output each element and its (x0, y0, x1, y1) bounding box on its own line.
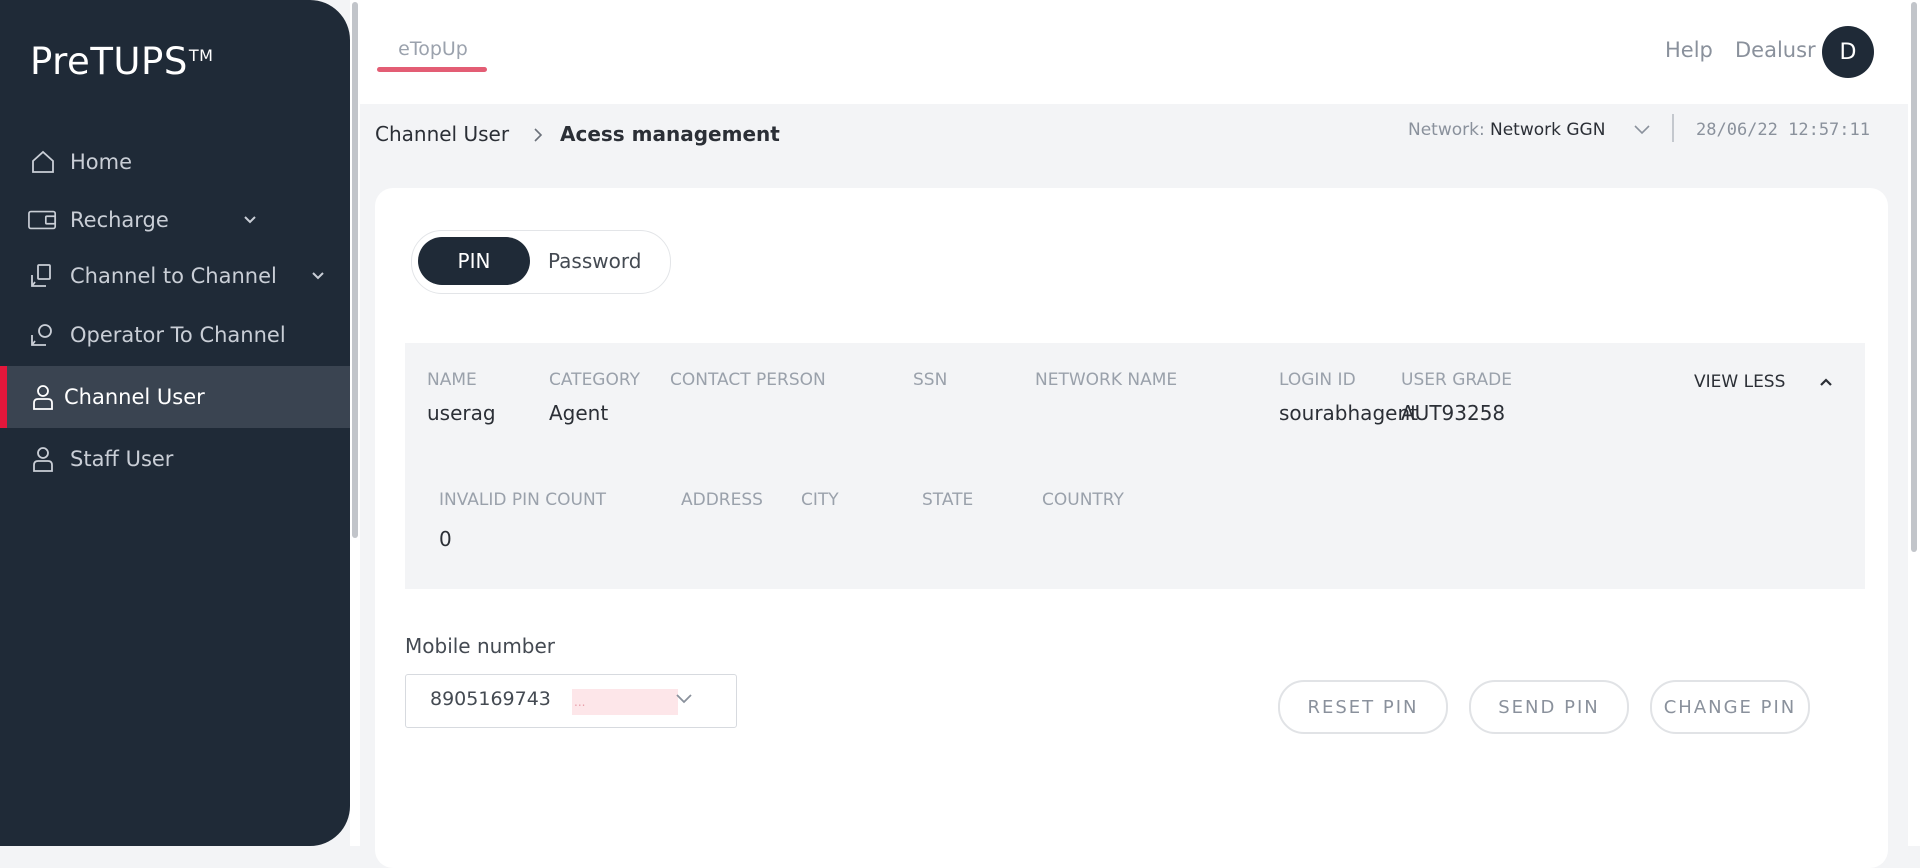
change-pin-button[interactable]: CHANGE PIN (1650, 680, 1810, 734)
sidebar-item-home[interactable]: Home (0, 131, 350, 193)
network-label: Network: (1408, 120, 1485, 140)
home-icon (28, 148, 58, 176)
sidebar-item-label: Operator To Channel (70, 323, 286, 347)
category-label: CATEGORY (549, 370, 640, 390)
country-label: COUNTRY (1042, 490, 1124, 510)
network-select[interactable]: Network GGN (1490, 120, 1605, 140)
tab-etopup[interactable]: eTopUp (378, 38, 488, 60)
active-tab-indicator (377, 67, 487, 72)
mobile-number-label: Mobile number (405, 634, 556, 658)
help-link[interactable]: Help (1665, 38, 1713, 62)
chevron-up-icon[interactable] (1818, 374, 1834, 393)
ssn-label: SSN (913, 370, 948, 390)
recharge-icon (28, 206, 58, 234)
city-label: CITY (801, 490, 839, 510)
invalid-pin-count-value: 0 (439, 527, 452, 551)
chevron-down-icon (674, 691, 694, 711)
pin-password-toggle: PIN Password (411, 230, 671, 294)
channel-transfer-icon (28, 262, 58, 290)
sidebar-item-label: Staff User (70, 447, 174, 471)
name-value: userag (427, 401, 496, 425)
chevron-down-icon[interactable] (1632, 122, 1652, 142)
sidebar-item-channel-to-channel[interactable]: Channel to Channel (0, 245, 350, 307)
breadcrumb-current: Acess management (560, 122, 780, 146)
datetime: 28/06/22 12:57:11 (1696, 120, 1870, 140)
invalid-pin-count-label: INVALID PIN COUNT (439, 490, 607, 510)
sidebar: PreTUPSTM Home Recharge Channel to Chann… (0, 0, 350, 846)
sidebar-item-label: Home (70, 150, 133, 174)
sidebar-item-staff-user[interactable]: Staff User (0, 428, 350, 490)
masked-text: ... (572, 689, 678, 715)
sidebar-scrollbar-thumb[interactable] (352, 2, 358, 538)
reset-pin-button[interactable]: RESET PIN (1278, 680, 1448, 734)
sidebar-item-label: Recharge (70, 208, 169, 232)
toggle-pin[interactable]: PIN (418, 237, 530, 285)
chevron-right-icon (530, 124, 546, 150)
view-less-button[interactable]: VIEW LESS (1694, 372, 1785, 392)
sidebar-item-recharge[interactable]: Recharge (0, 189, 350, 251)
name-label: NAME (427, 370, 477, 390)
login-id-value: sourabhagent (1279, 401, 1418, 425)
login-id-label: LOGIN ID (1279, 370, 1356, 390)
sidebar-item-label: Channel to Channel (70, 264, 277, 288)
avatar[interactable]: D (1822, 26, 1874, 78)
state-label: STATE (922, 490, 974, 510)
sidebar-scrollbar[interactable] (350, 0, 360, 846)
page-scrollbar-thumb[interactable] (1911, 2, 1917, 552)
contact-person-label: CONTACT PERSON (670, 370, 826, 390)
sidebar-item-label: Channel User (64, 385, 205, 409)
chevron-down-icon (242, 207, 258, 231)
category-value: Agent (549, 401, 609, 425)
sidebar-item-operator-to-channel[interactable]: Operator To Channel (0, 304, 350, 366)
toggle-password[interactable]: Password (548, 237, 641, 285)
mobile-number-value: 8905169743 (430, 688, 551, 710)
username[interactable]: Dealusr (1735, 38, 1816, 62)
page-scrollbar[interactable] (1908, 0, 1920, 846)
user-grade-label: USER GRADE (1401, 370, 1512, 390)
send-pin-button[interactable]: SEND PIN (1469, 680, 1629, 734)
user-icon (28, 445, 58, 473)
sidebar-item-channel-user[interactable]: Channel User (0, 366, 350, 428)
app-logo: PreTUPSTM (30, 40, 214, 83)
user-icon (28, 383, 58, 411)
mobile-number-select[interactable]: 8905169743 ... (405, 674, 737, 728)
divider (1672, 114, 1674, 142)
network-name-label: NETWORK NAME (1035, 370, 1178, 390)
chevron-down-icon (310, 263, 326, 287)
user-grade-value: AUT93258 (1401, 401, 1506, 425)
breadcrumb-parent[interactable]: Channel User (375, 122, 509, 146)
operator-icon (28, 321, 58, 349)
address-label: ADDRESS (681, 490, 763, 510)
